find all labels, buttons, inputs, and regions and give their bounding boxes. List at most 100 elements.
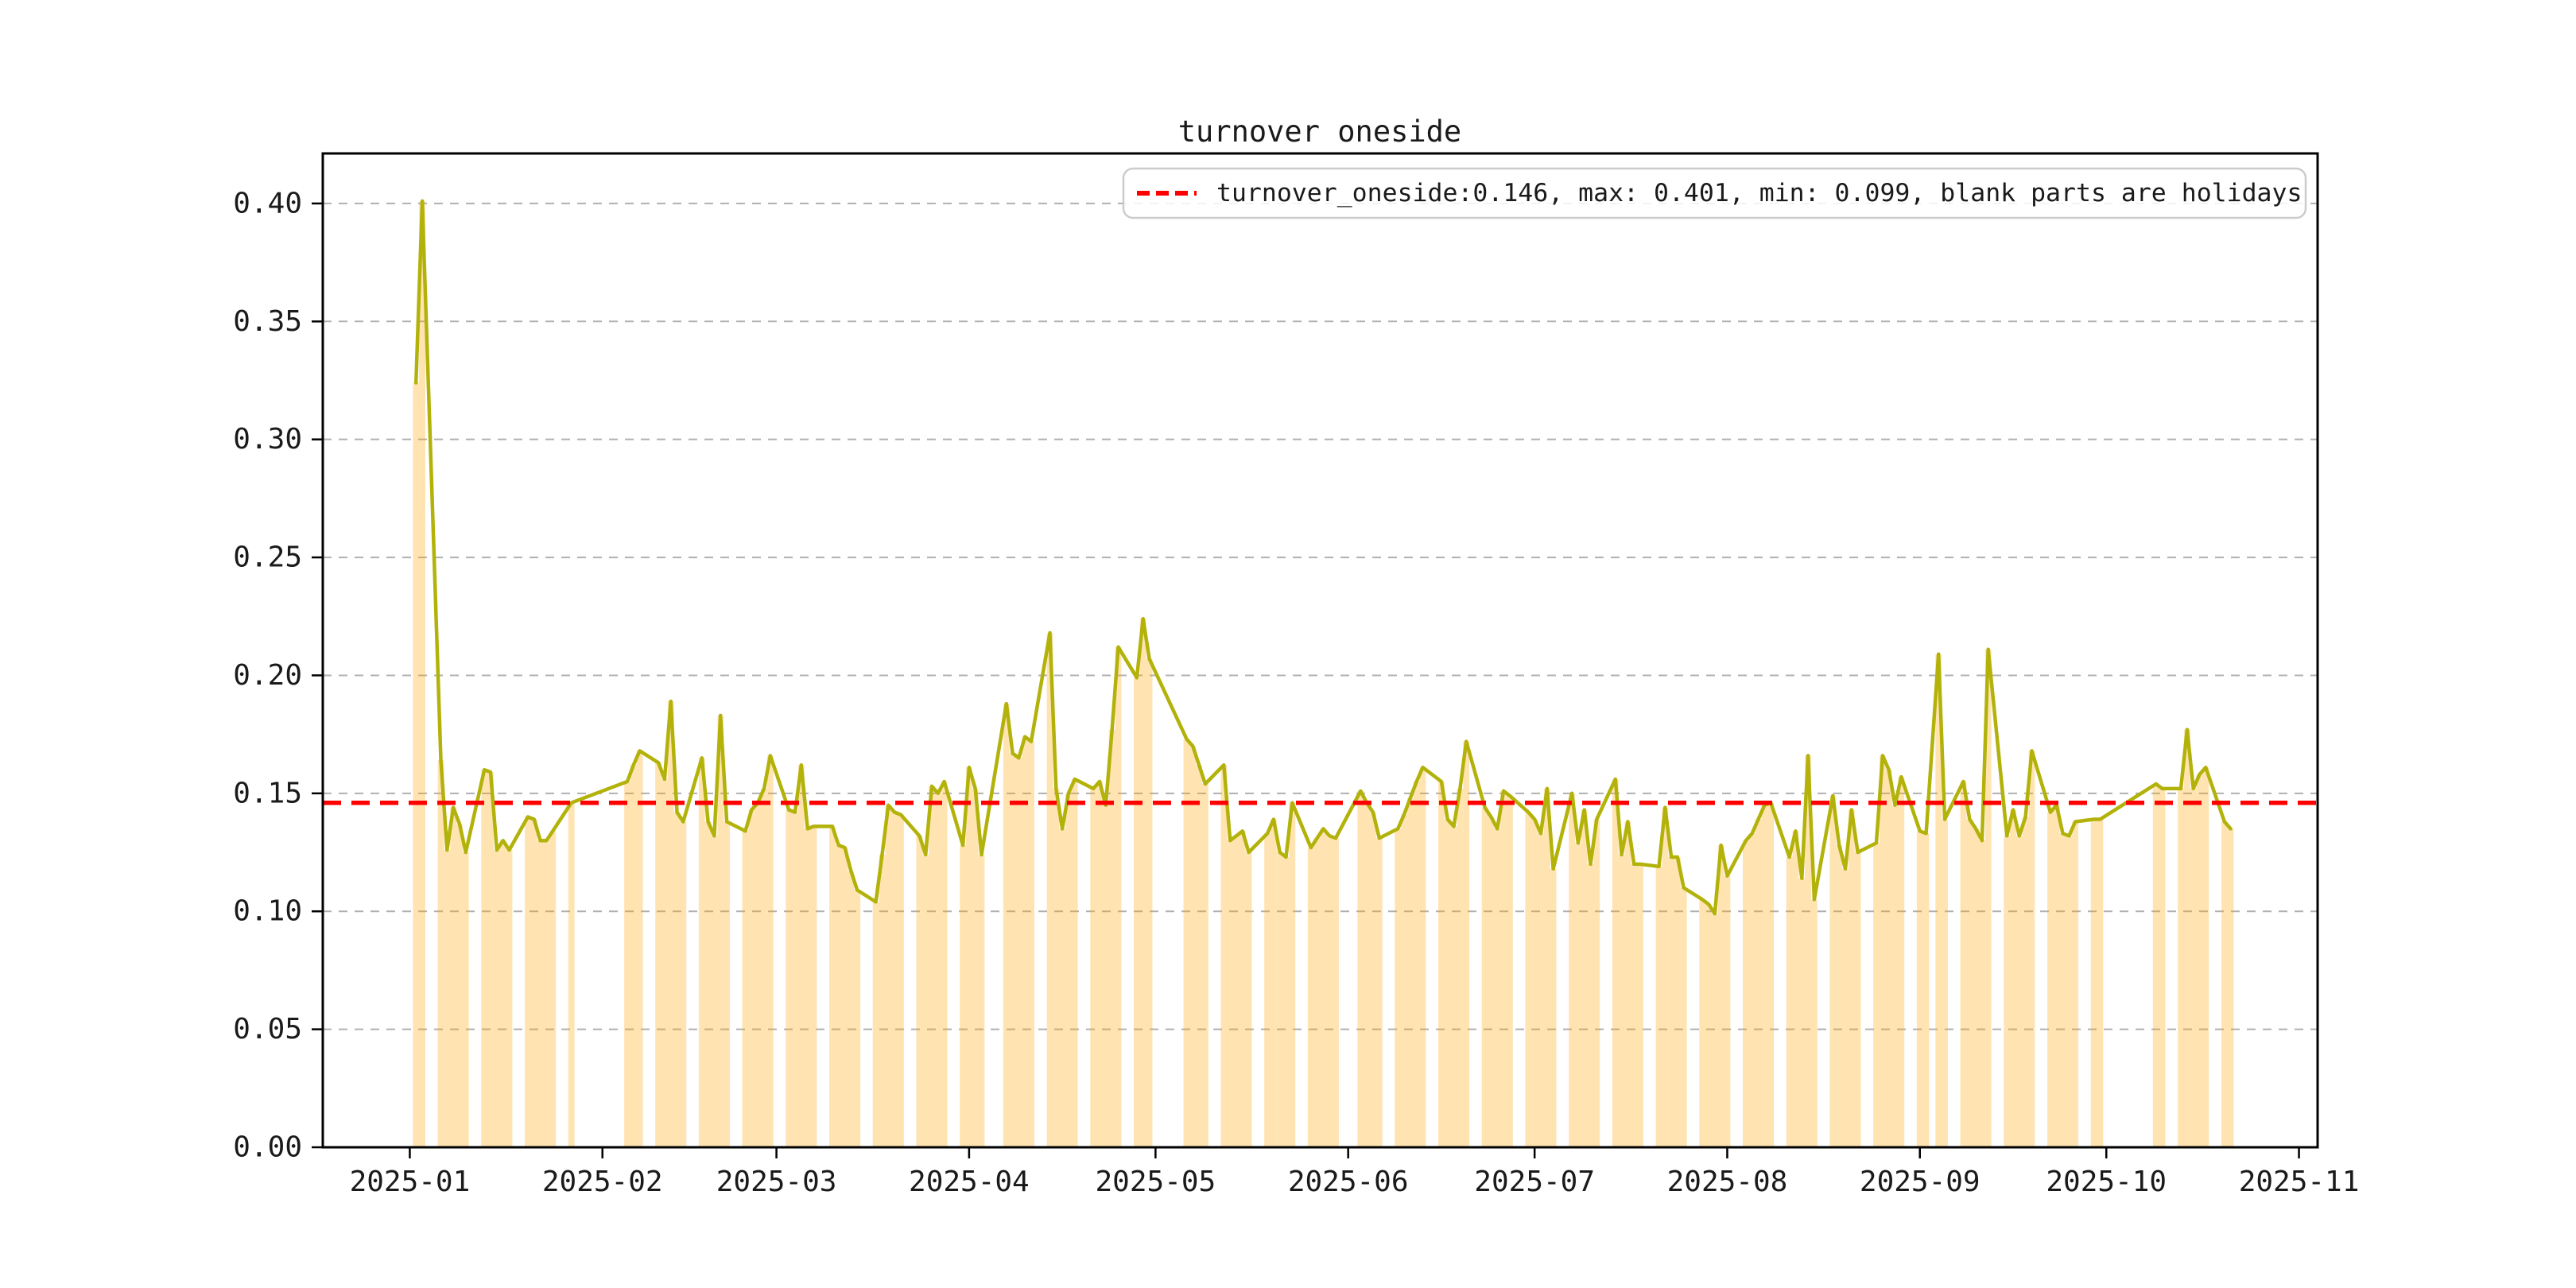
- trading-day-bar: [1357, 790, 1364, 1147]
- trading-day-bar: [537, 840, 544, 1147]
- trading-day-bar: [1798, 878, 1806, 1147]
- trading-day-bar: [1724, 875, 1731, 1147]
- trading-day-bar: [1829, 795, 1837, 1147]
- trading-day-bar: [1009, 753, 1016, 1147]
- trading-day-bar: [1624, 821, 1631, 1147]
- trading-day-bar: [1674, 856, 1681, 1147]
- trading-day-bar: [848, 871, 855, 1147]
- trading-day-bar: [1655, 866, 1662, 1147]
- trading-day-bar: [1743, 840, 1749, 1147]
- trading-day-bar: [2183, 729, 2190, 1147]
- trading-day-bar: [1973, 828, 1980, 1147]
- trading-day-bar: [1761, 805, 1768, 1147]
- trading-day-bar: [804, 828, 811, 1147]
- trading-day-bar: [1233, 836, 1240, 1147]
- trading-day-bar: [2022, 817, 2029, 1147]
- trading-day-bar: [673, 812, 681, 1147]
- trading-day-bar: [655, 762, 661, 1147]
- trading-day-bar: [1581, 809, 1588, 1147]
- trading-day-bar: [916, 836, 923, 1147]
- trading-day-bar: [854, 890, 861, 1147]
- trading-day-bar: [661, 779, 668, 1147]
- y-tick-label: 0.15: [233, 777, 302, 809]
- trading-day-bar: [1916, 831, 1923, 1147]
- trading-day-bar: [1003, 704, 1010, 1147]
- trading-day-bar: [444, 850, 451, 1147]
- trading-day-bar: [1538, 833, 1544, 1147]
- trading-day-bar: [1413, 782, 1420, 1147]
- trading-day-bar: [1134, 677, 1140, 1147]
- trading-day-bar: [1395, 828, 1402, 1147]
- x-tick-label: 2025-01: [350, 1166, 471, 1198]
- trading-day-bar: [1364, 802, 1371, 1147]
- trading-day-bar: [462, 852, 469, 1147]
- trading-day-bar: [1618, 855, 1625, 1147]
- trading-day-bar: [885, 805, 892, 1147]
- trading-day-bar: [829, 826, 836, 1147]
- trading-day-bar: [922, 855, 929, 1147]
- legend-label: turnover_oneside:0.146, max: 0.401, min:…: [1216, 179, 2302, 208]
- trading-day-bar: [1879, 755, 1886, 1147]
- trading-day-bar: [1419, 767, 1426, 1147]
- y-tick-label: 0.40: [233, 187, 302, 219]
- trading-day-bar: [724, 821, 730, 1147]
- trading-day-bar: [1898, 777, 1905, 1147]
- trading-day-bar: [1015, 758, 1022, 1147]
- trading-day-bar: [1593, 819, 1600, 1147]
- trading-day-bar: [1028, 741, 1034, 1147]
- trading-day-bar: [2015, 836, 2023, 1147]
- trading-day-bar: [2072, 821, 2079, 1147]
- trading-day-bar: [965, 767, 972, 1147]
- trading-day-bar: [1071, 779, 1078, 1147]
- trading-day-bar: [530, 819, 537, 1147]
- trading-day-bar: [1264, 833, 1271, 1147]
- x-tick-label: 2025-09: [1860, 1166, 1980, 1198]
- trading-day-bar: [1146, 658, 1153, 1147]
- trading-day-bar: [1438, 782, 1445, 1147]
- trading-day-bar: [1699, 899, 1706, 1147]
- trading-day-bar: [972, 788, 979, 1147]
- trading-day-bar: [1457, 788, 1464, 1147]
- trading-day-bar: [419, 200, 425, 1148]
- trading-day-bar: [1637, 863, 1643, 1147]
- trading-day-bar: [1705, 904, 1712, 1147]
- trading-day-bar: [1059, 828, 1066, 1147]
- trading-day-bar: [1668, 856, 1675, 1147]
- trading-day-bar: [1189, 746, 1197, 1147]
- trading-day-bar: [872, 902, 879, 1147]
- trading-day-bar: [1755, 819, 1762, 1147]
- trading-day-bar: [1836, 845, 1843, 1147]
- trading-day-bar: [2152, 783, 2159, 1147]
- trading-day-bar: [1717, 845, 1724, 1147]
- trading-day-bar: [1748, 833, 1755, 1147]
- trading-day-bar: [636, 751, 643, 1147]
- trading-day-bar: [1810, 899, 1818, 1147]
- trading-day-bar: [1488, 817, 1495, 1147]
- trading-day-bar: [456, 824, 463, 1147]
- trading-day-bar: [1313, 838, 1321, 1147]
- trading-day-bar: [1096, 782, 1103, 1147]
- trading-day-bar: [742, 831, 749, 1147]
- trading-day-bar: [499, 840, 506, 1147]
- trading-day-bar: [1848, 809, 1855, 1147]
- trading-day-bar: [1543, 788, 1550, 1147]
- trading-day-bar: [1270, 819, 1277, 1147]
- trading-day-bar: [2221, 821, 2228, 1147]
- x-tick-label: 2025-03: [716, 1166, 837, 1198]
- trading-day-bar: [1979, 840, 1985, 1147]
- trading-day-bar: [680, 821, 687, 1147]
- trading-day-bar: [1494, 828, 1501, 1147]
- trading-day-bar: [1022, 736, 1029, 1147]
- trading-day-bar: [1108, 729, 1115, 1147]
- trading-day-bar: [493, 850, 500, 1147]
- trading-day-bar: [1450, 826, 1457, 1147]
- trading-day-bar: [1090, 788, 1097, 1147]
- trading-day-bar: [1767, 802, 1775, 1147]
- x-tick-label: 2025-08: [1667, 1166, 1788, 1198]
- legend: turnover_oneside:0.146, max: 0.401, min:…: [1122, 167, 2307, 219]
- trading-day-bar: [1786, 856, 1793, 1147]
- y-tick-label: 0.30: [233, 423, 302, 456]
- trading-day-bar: [1375, 838, 1383, 1147]
- trading-day-bar: [1966, 819, 1973, 1147]
- trading-day-bar: [2066, 836, 2073, 1147]
